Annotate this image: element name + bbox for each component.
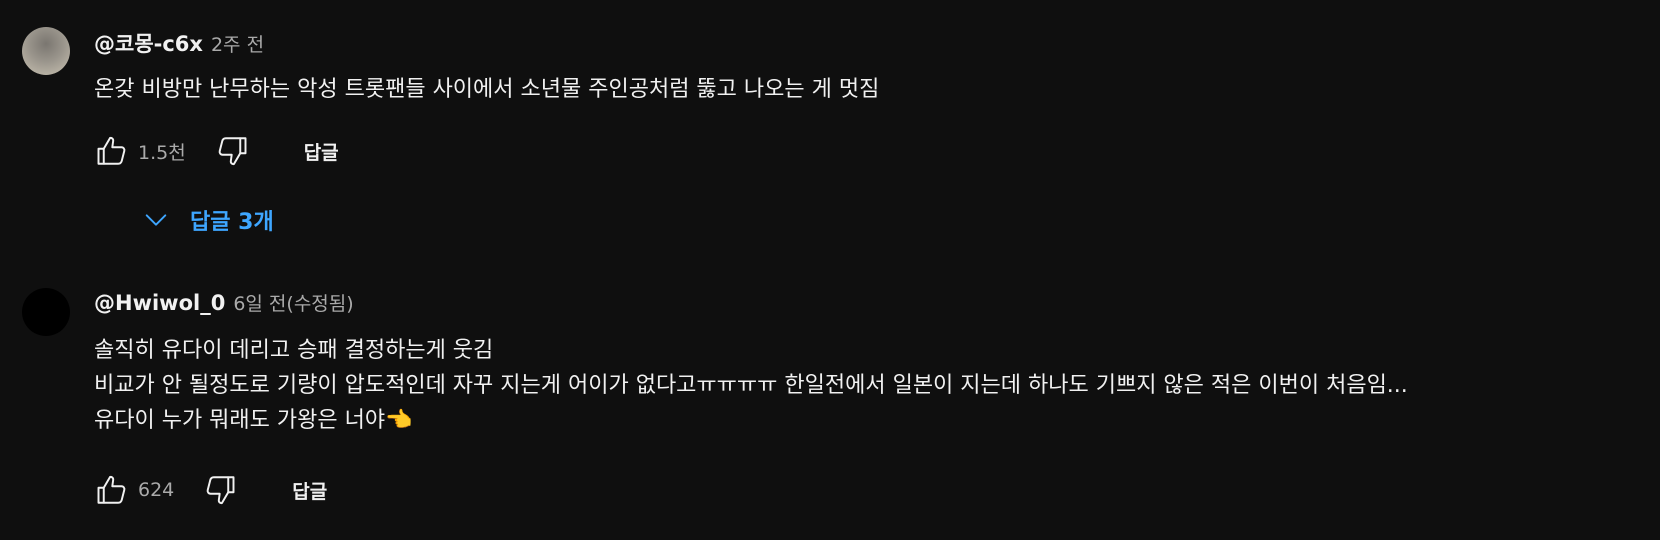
replies-count-label: 답글 3개 [190,210,274,235]
thumb-up-icon [97,136,126,165]
thumb-down-icon [206,476,235,505]
reply-button[interactable]: 답글 [292,477,327,504]
comment-text: 솔직히 유다이 데리고 승패 결정하는게 웃김 비교가 안 될정도로 기량이 압… [94,333,1408,438]
chevron-down-icon [145,214,167,226]
dislike-button[interactable] [212,131,252,171]
comment-text-line: 유다이 누가 뭐래도 가왕은 너야👈 [94,408,413,433]
like-button[interactable] [92,131,132,171]
comment-actions: 624 답글 [92,470,327,510]
comment-text-line: 비교가 안 될정도로 기량이 압도적인데 자꾸 지는게 어이가 없다고ㅠㅠㅠㅠ … [94,373,1408,398]
thumb-down-icon [218,137,247,166]
comment-header: @Hwiwol_0 6일 전(수정됨) [94,289,354,316]
like-button[interactable] [92,470,132,510]
comment-header: @코몽-c6x 2주 전 [94,28,264,58]
comment-author[interactable]: @Hwiwol_0 [94,291,225,315]
comment-text-line: 온갖 비방만 난무하는 악성 트롯팬들 사이에서 소년물 주인공처럼 뚫고 나오… [94,77,880,102]
dislike-button[interactable] [200,470,240,510]
like-count: 1.5천 [138,141,186,164]
comment-text: 온갖 비방만 난무하는 악성 트롯팬들 사이에서 소년물 주인공처럼 뚫고 나오… [94,72,879,107]
thumb-up-icon [97,475,126,504]
reply-button[interactable]: 답글 [304,138,339,165]
comment-time[interactable]: 2주 전 [211,30,264,57]
comment-author[interactable]: @코몽-c6x [94,28,203,58]
comment-actions: 1.5천 답글 [92,131,339,171]
comment-time[interactable]: 6일 전(수정됨) [233,289,353,316]
like-count: 624 [138,479,175,501]
view-replies-button[interactable]: 답글 3개 [142,200,274,240]
comment-text-line: 솔직히 유다이 데리고 승패 결정하는게 웃김 [94,338,494,363]
avatar[interactable] [22,27,70,75]
avatar[interactable] [22,288,70,336]
